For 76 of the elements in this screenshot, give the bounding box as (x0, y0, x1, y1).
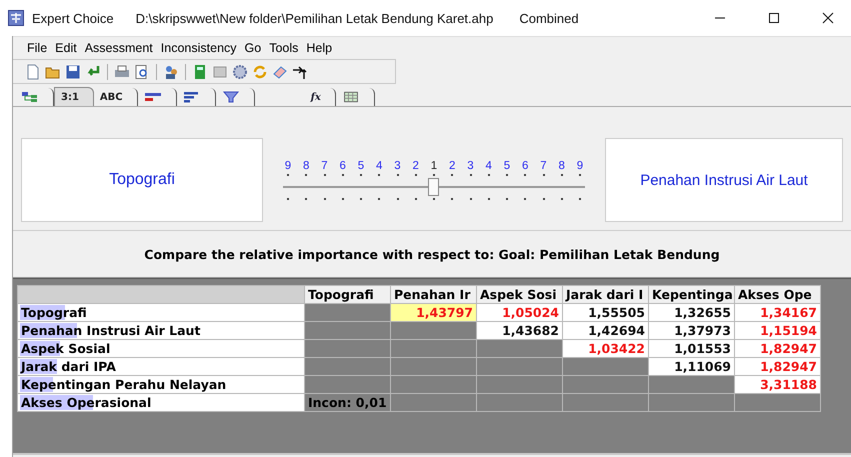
column-header: Topografi (304, 286, 390, 304)
scale-number: 3 (466, 160, 475, 172)
menu-item[interactable]: Inconsistency (160, 41, 237, 55)
menu-item[interactable]: File (27, 41, 48, 55)
scale-number: 3 (393, 160, 402, 172)
calculator-icon[interactable] (192, 64, 208, 80)
scale-number: 5 (502, 160, 512, 172)
prompt-text: Compare the relative importance with respect to: Goal: Pemilihan Letak Bendung (144, 246, 720, 262)
scale-number: 5 (356, 160, 366, 172)
mode-label: Combined (519, 10, 579, 26)
table-cell[interactable]: 1,82947 (734, 358, 820, 376)
app-icon (8, 10, 24, 26)
scale-number: 9 (284, 160, 292, 172)
table-cell[interactable]: 1,11069 (648, 358, 734, 376)
scale-number: 4 (484, 160, 493, 172)
view-tab[interactable]: fx (304, 88, 336, 106)
table-cell[interactable]: 1,42694 (562, 322, 648, 340)
inconsistency-cell: Incon: 0,01 (304, 394, 390, 412)
maximize-icon[interactable] (768, 12, 780, 24)
scale-number: 6 (521, 160, 530, 172)
table-cell[interactable]: 1,32655 (648, 304, 734, 322)
row-label[interactable]: Topografi (18, 304, 304, 322)
table-cell[interactable]: 1,34167 (734, 304, 820, 322)
menu-item[interactable]: Assessment (84, 41, 153, 55)
scale-number: 7 (320, 160, 329, 172)
scale-number: 8 (558, 160, 566, 172)
people-icon[interactable] (163, 64, 179, 80)
grid-icon (342, 91, 360, 103)
view-tab[interactable]: ABC (94, 88, 138, 106)
tree-icon (21, 91, 39, 103)
column-header: Penahan Ir (390, 286, 476, 304)
bar-chart-icon (144, 91, 162, 103)
scale-number: 2 (448, 160, 456, 172)
scale-number: 4 (375, 160, 384, 172)
close-icon[interactable] (822, 12, 834, 24)
bar-chart-icon (182, 91, 201, 103)
scale-number: 9 (576, 160, 584, 172)
right-element-box[interactable]: Penahan Instrusi Air Laut (605, 138, 843, 222)
menu-item[interactable]: Go (244, 41, 262, 55)
save-icon[interactable] (65, 64, 81, 80)
scale-number: 2 (412, 160, 420, 172)
left-element-box[interactable]: Topografi (21, 138, 263, 222)
column-header: Aspek Sosi (476, 286, 562, 304)
row-label[interactable]: Jarak dari IPA (18, 358, 304, 376)
row-label[interactable]: Penahan Instrusi Air Laut (18, 322, 304, 340)
column-header: Jarak dari I (562, 286, 648, 304)
menu-item[interactable]: Edit (55, 41, 77, 55)
table-cell[interactable]: 1,03422 (562, 340, 648, 358)
scale-number: 6 (338, 160, 347, 172)
table-cell[interactable]: 3,31188 (734, 376, 820, 394)
row-label[interactable]: Aspek Sosial (18, 340, 304, 358)
table-cell[interactable]: 1,15194 (734, 322, 820, 340)
scale-number: 7 (539, 160, 548, 172)
arrows-icon[interactable] (292, 64, 308, 80)
printer-icon[interactable] (114, 64, 130, 80)
table-cell[interactable]: 1,43797 (390, 304, 476, 322)
row-label[interactable]: Kepentingan Perahu Nelayan (18, 376, 304, 394)
table-cell[interactable]: 1,43682 (476, 322, 562, 340)
file-path: D:\skripswwet\New folder\Pemilihan Letak Bendung Karet.ahp (136, 10, 494, 26)
app-name: Expert Choice (32, 10, 114, 26)
funnel-icon (222, 91, 240, 103)
view-tab[interactable]: 3:1 (54, 87, 94, 106)
eraser-icon[interactable] (272, 64, 288, 80)
table-cell[interactable]: 1,05024 (476, 304, 562, 322)
scale-number: 8 (302, 160, 310, 172)
table-cell[interactable]: 1,01553 (648, 340, 734, 358)
table-cell[interactable]: 1,82947 (734, 340, 820, 358)
menu-item[interactable]: Tools (269, 41, 298, 55)
menu-item[interactable]: Help (306, 41, 332, 55)
table-cell[interactable]: 1,37973 (648, 322, 734, 340)
column-header: Akses Ope (734, 286, 820, 304)
scale-number: 1 (430, 160, 438, 172)
new-file-icon[interactable] (25, 64, 41, 80)
row-label[interactable]: Akses Operasional (18, 394, 304, 412)
table-cell[interactable]: 1,55505 (562, 304, 648, 322)
column-header: Kepentinga (648, 286, 734, 304)
